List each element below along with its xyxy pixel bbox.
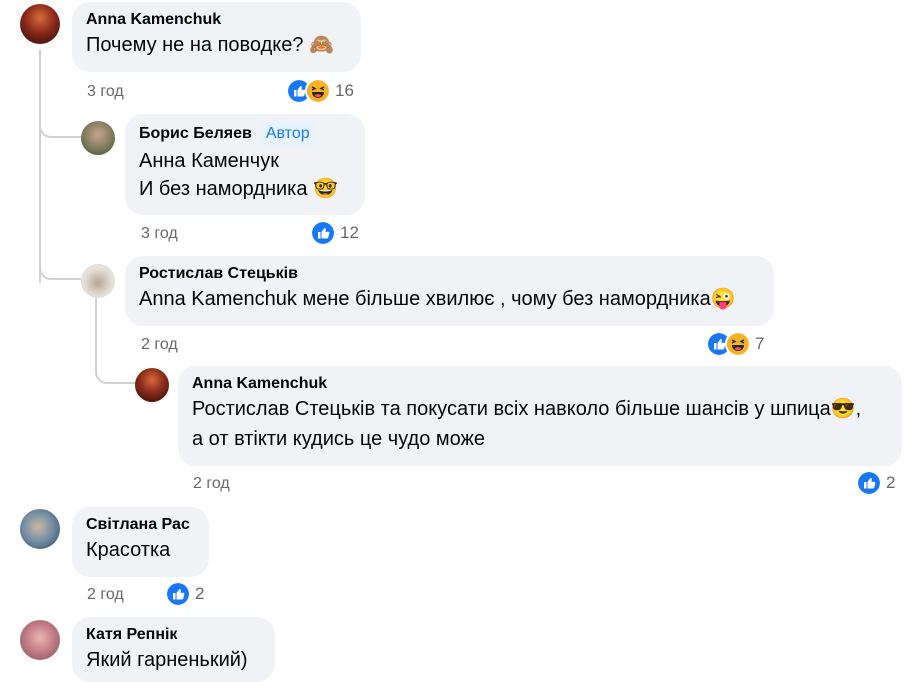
- like-icon: [310, 220, 336, 246]
- avatar[interactable]: [135, 368, 169, 402]
- reaction-count: 7: [755, 334, 765, 353]
- comment-author[interactable]: Anna Kamenchuk: [86, 10, 349, 30]
- author-badge: Автор: [259, 122, 316, 146]
- haha-icon: [725, 331, 751, 357]
- avatar[interactable]: [20, 620, 60, 660]
- comment-time[interactable]: 2 год: [141, 336, 178, 354]
- avatar[interactable]: [20, 509, 60, 549]
- reactions[interactable]: 2: [856, 470, 895, 496]
- reactions[interactable]: 7: [706, 331, 764, 357]
- comment-text: Anna Kamenchuk мене більше хвилює , чому…: [139, 288, 736, 310]
- avatar[interactable]: [81, 264, 115, 298]
- reactions[interactable]: 12: [310, 220, 359, 246]
- comment-author[interactable]: Катя Репнік: [86, 625, 263, 645]
- comment-time[interactable]: 3 год: [87, 83, 124, 101]
- comment-time[interactable]: 3 год: [141, 225, 178, 243]
- comment-text: Красотка: [86, 539, 171, 561]
- comment-text: Ростислав Стецьків та покусати всіх навк…: [192, 398, 862, 420]
- reactions[interactable]: 16: [286, 78, 354, 104]
- comment-text: Анна Каменчук: [139, 150, 279, 172]
- like-icon: [856, 470, 882, 496]
- comment-bubble: Anna Kamenchuk Ростислав Стецьків та пок…: [178, 366, 902, 466]
- comment-author[interactable]: Світлана Рас: [86, 515, 197, 535]
- comment-bubble: Anna Kamenchuk Почему не на поводке? 🙈: [72, 2, 361, 72]
- reaction-count: 2: [195, 584, 205, 603]
- comment-text: Який гарненький): [86, 649, 248, 671]
- thread-line: [39, 50, 41, 283]
- haha-icon: [305, 78, 331, 104]
- comment-author[interactable]: Anna Kamenchuk: [192, 374, 890, 394]
- reactions[interactable]: 2: [165, 581, 204, 607]
- avatar[interactable]: [81, 121, 115, 155]
- author-name[interactable]: Борис Беляев: [139, 125, 252, 142]
- reaction-count: 2: [886, 473, 896, 492]
- reaction-count: 12: [340, 223, 359, 242]
- avatar[interactable]: [20, 4, 60, 44]
- comment-time[interactable]: 2 год: [193, 475, 230, 493]
- comment-author[interactable]: Борис Беляев Автор: [139, 122, 353, 146]
- comment-text: а от втікти кудись це чудо може: [192, 428, 486, 450]
- reaction-count: 16: [335, 81, 354, 100]
- comment-time[interactable]: 2 год: [87, 586, 124, 604]
- comment-bubble: Катя Репнік Який гарненький): [72, 617, 275, 682]
- thread-connector: [39, 260, 81, 280]
- comment-bubble: Світлана Рас Красотка: [72, 507, 209, 577]
- comment-author[interactable]: Ростислав Стецьків: [139, 264, 762, 284]
- comment-bubble: Борис Беляев Автор Анна Каменчук И без на…: [125, 114, 365, 215]
- thread-line: [95, 298, 97, 358]
- comment-text: Почему не на поводке? 🙈: [86, 34, 334, 56]
- comment-bubble: Ростислав Стецьків Anna Kamenchuk мене б…: [125, 256, 774, 326]
- thread-connector: [39, 118, 81, 138]
- thread-connector: [95, 352, 135, 384]
- like-icon: [165, 581, 191, 607]
- comment-text: И без намордника 🤓: [139, 178, 338, 200]
